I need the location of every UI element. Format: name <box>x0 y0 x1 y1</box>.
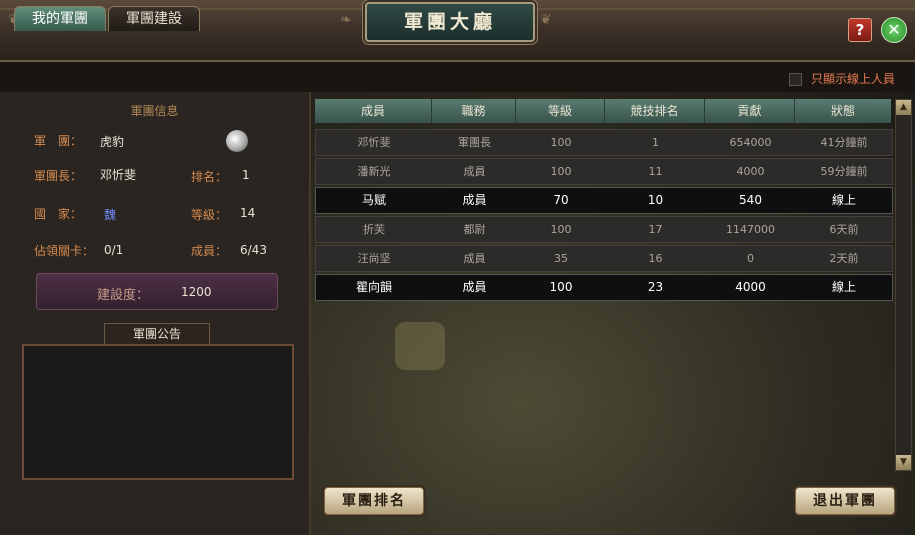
legion-hall-window: ❦ ❧ 軍團大廳 ❦ ? ✕ 我的軍團 軍團建設 只顯示線上人員 軍團信息 軍 … <box>0 0 915 535</box>
checkpoint-value: 0/1 <box>104 243 124 257</box>
member-role: 都尉 <box>463 223 486 236</box>
legion-rank-label: 排名： <box>191 170 228 184</box>
legion-name-value: 虎豹 <box>100 135 125 149</box>
legion-level-value: 14 <box>240 206 256 220</box>
member-status: 6天前 <box>829 223 859 236</box>
title-plate: 軍團大廳 <box>365 2 535 42</box>
member-contribution: 4000 <box>736 165 765 178</box>
member-arena-rank: 16 <box>648 252 663 265</box>
member-role: 成員 <box>463 165 486 178</box>
member-name: 瞿向韻 <box>355 280 392 294</box>
online-only-checkbox[interactable] <box>789 73 802 86</box>
legion-nation-label: 國 家： <box>34 207 83 221</box>
member-role: 成員 <box>463 252 486 265</box>
member-status: 線上 <box>831 193 856 207</box>
table-row[interactable]: 汪尚坚 成員 35 16 0 2天前 <box>315 245 893 272</box>
legion-name-label: 軍 團： <box>34 134 83 148</box>
member-level: 100 <box>550 136 572 149</box>
member-role: 軍團長 <box>458 136 491 149</box>
table-row[interactable]: 马赋 成員 70 10 540 線上 <box>315 187 893 214</box>
member-status: 41分鐘前 <box>820 136 868 149</box>
column-header-status[interactable]: 狀態 <box>795 99 891 123</box>
member-contribution: 1147000 <box>726 223 775 236</box>
window-title: 軍團大廳 <box>403 11 496 33</box>
member-level: 70 <box>553 193 569 207</box>
column-header-member[interactable]: 成員 <box>315 99 432 123</box>
member-contribution: 4000 <box>735 280 766 294</box>
yin-yang-emblem-icon <box>226 130 248 152</box>
legion-rank-value: 1 <box>242 168 250 182</box>
column-header-arena-rank[interactable]: 競技排名 <box>605 99 705 123</box>
tab-my-legion[interactable]: 我的軍團 <box>14 6 106 31</box>
construction-label: 建設度： <box>97 288 150 303</box>
legion-level-label: 等級： <box>191 208 228 222</box>
title-ornament-left-icon: ❧ <box>340 12 352 28</box>
legion-nation-value: 魏 <box>104 208 117 222</box>
table-row[interactable]: 折芙 都尉 100 17 1147000 6天前 <box>315 216 893 243</box>
close-button[interactable]: ✕ <box>881 17 907 43</box>
member-role: 成員 <box>462 280 487 294</box>
title-ornament-right-icon: ❦ <box>540 12 552 28</box>
notice-textarea[interactable] <box>22 344 294 480</box>
member-arena-rank: 11 <box>648 165 663 178</box>
background-lantern-image <box>395 322 445 370</box>
legion-rank-button[interactable]: 軍團排名 <box>324 487 424 515</box>
table-row[interactable]: 瞿向韻 成員 100 23 4000 線上 <box>315 274 893 301</box>
member-status: 線上 <box>831 280 856 294</box>
member-list-scrollbar[interactable]: ▲ ▼ <box>895 99 912 471</box>
member-level: 100 <box>549 280 573 294</box>
member-name: 马赋 <box>361 193 386 207</box>
members-value: 6/43 <box>240 243 267 257</box>
member-name: 邓忻斐 <box>357 136 391 149</box>
scroll-up-icon[interactable]: ▲ <box>896 100 911 115</box>
member-level: 100 <box>550 165 572 178</box>
table-row[interactable]: 潘新光 成員 100 11 4000 59分鐘前 <box>315 158 893 185</box>
construction-box: 建設度： 1200 <box>36 273 278 310</box>
scroll-down-icon[interactable]: ▼ <box>896 455 911 470</box>
member-level: 100 <box>550 223 572 236</box>
column-header-level[interactable]: 等級 <box>516 99 605 123</box>
member-name: 潘新光 <box>357 165 391 178</box>
member-contribution: 654000 <box>729 136 772 149</box>
member-name: 折芙 <box>363 223 385 236</box>
legion-leader-value: 邓忻斐 <box>100 168 137 182</box>
member-role: 成員 <box>462 193 487 207</box>
table-row[interactable]: 邓忻斐 軍團長 100 1 654000 41分鐘前 <box>315 129 893 156</box>
member-arena-rank: 10 <box>647 193 664 207</box>
tab-legion-construction[interactable]: 軍團建設 <box>108 6 200 31</box>
legion-leader-label: 軍團長： <box>34 169 83 183</box>
table-header: 成員 職務 等級 競技排名 貢獻 狀態 <box>315 99 891 123</box>
member-status: 2天前 <box>829 252 859 265</box>
construction-value: 1200 <box>181 285 212 299</box>
member-status: 59分鐘前 <box>820 165 868 178</box>
checkpoint-label: 佔領關卡： <box>34 244 95 258</box>
leave-legion-button[interactable]: 退出軍團 <box>795 487 895 515</box>
members-label: 成員： <box>191 244 228 258</box>
column-header-contribution[interactable]: 貢獻 <box>705 99 795 123</box>
tab-bar <box>0 62 915 93</box>
member-arena-rank: 23 <box>647 280 664 294</box>
member-contribution: 0 <box>747 252 754 265</box>
member-arena-rank: 1 <box>652 136 659 149</box>
legion-info-header: 軍團信息 <box>130 104 179 118</box>
member-level: 35 <box>554 252 568 265</box>
member-arena-rank: 17 <box>648 223 663 236</box>
member-name: 汪尚坚 <box>357 252 391 265</box>
notice-tab-label: 軍團公告 <box>104 323 210 344</box>
member-contribution: 540 <box>739 193 762 207</box>
online-only-label[interactable]: 只顯示線上人員 <box>811 70 895 87</box>
column-header-role[interactable]: 職務 <box>432 99 516 123</box>
help-button[interactable]: ? <box>848 18 872 42</box>
